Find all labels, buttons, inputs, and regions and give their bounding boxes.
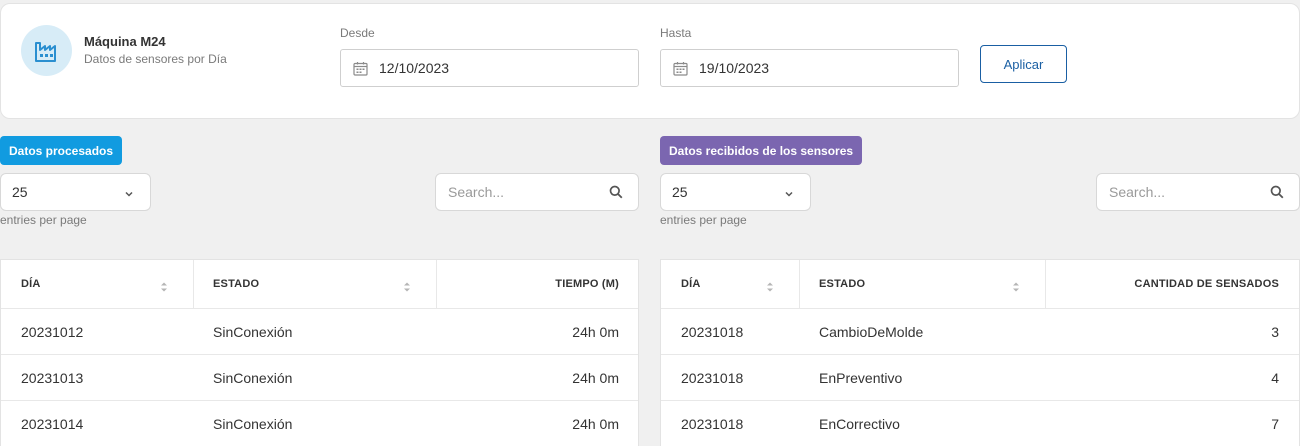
- cell-tiempo: 24h 0m: [572, 323, 619, 340]
- table-row: 20231018 CambioDeMolde 3: [661, 309, 1299, 355]
- machine-subtitle: Datos de sensores por Día: [84, 52, 227, 66]
- search-input[interactable]: Search...: [435, 173, 639, 211]
- sort-icon[interactable]: [766, 280, 774, 298]
- to-date-input[interactable]: 19/10/2023: [660, 49, 959, 87]
- table-row: 20231018 EnPreventivo 4: [661, 355, 1299, 401]
- column-header-estado[interactable]: ESTADO: [213, 260, 259, 308]
- table-row: 20231014 SinConexión 24h 0m: [1, 401, 638, 446]
- cell-dia: 20231012: [21, 323, 84, 340]
- column-header-dia[interactable]: DÍA: [681, 260, 701, 308]
- entries-per-page-label: entries per page: [0, 213, 87, 227]
- page-size-value: 25: [12, 184, 28, 200]
- chevron-down-icon: [124, 186, 134, 202]
- sort-icon[interactable]: [160, 280, 168, 298]
- search-icon: [1270, 185, 1284, 202]
- cell-estado: SinConexión: [213, 415, 293, 432]
- factory-icon: [21, 25, 72, 76]
- cell-estado: SinConexión: [213, 369, 293, 386]
- page-size-select[interactable]: 25: [0, 173, 151, 211]
- from-date-input[interactable]: 12/10/2023: [340, 49, 639, 87]
- cell-estado: EnCorrectivo: [819, 415, 900, 432]
- filter-card: Máquina M24 Datos de sensores por Día: [0, 3, 1300, 119]
- cell-tiempo: 24h 0m: [572, 369, 619, 386]
- search-icon: [609, 185, 623, 202]
- table-header-row: DÍA ESTADO CANTIDAD DE SENSADOS: [661, 260, 1299, 309]
- page-size-value: 25: [672, 184, 688, 200]
- cell-dia: 20231013: [21, 369, 84, 386]
- entries-per-page-label: entries per page: [660, 213, 747, 227]
- to-label: Hasta: [660, 26, 692, 40]
- column-header-dia[interactable]: DÍA: [21, 260, 41, 308]
- apply-button[interactable]: Aplicar: [980, 45, 1067, 83]
- cell-estado: CambioDeMolde: [819, 323, 924, 340]
- page-size-select[interactable]: 25: [660, 173, 811, 211]
- table-row: 20231012 SinConexión 24h 0m: [1, 309, 638, 355]
- search-input[interactable]: Search...: [1096, 173, 1300, 211]
- cell-dia: 20231018: [681, 323, 744, 340]
- cell-estado: SinConexión: [213, 323, 293, 340]
- chevron-down-icon: [784, 186, 794, 202]
- cell-tiempo: 24h 0m: [572, 415, 619, 432]
- calendar-icon: [353, 61, 368, 76]
- column-header-tiempo[interactable]: TIEMPO (M): [436, 260, 619, 308]
- sort-icon[interactable]: [1012, 280, 1020, 298]
- machine-name: Máquina M24: [84, 34, 166, 49]
- cell-cantidad: 7: [1271, 415, 1279, 432]
- cell-cantidad: 4: [1271, 369, 1279, 386]
- from-label: Desde: [340, 26, 375, 40]
- cell-cantidad: 3: [1271, 323, 1279, 340]
- column-header-cantidad[interactable]: CANTIDAD DE SENSADOS: [1045, 260, 1279, 308]
- cell-dia: 20231018: [681, 369, 744, 386]
- table-row: 20231018 EnCorrectivo 7: [661, 401, 1299, 446]
- cell-dia: 20231014: [21, 415, 84, 432]
- from-date-value: 12/10/2023: [379, 60, 450, 76]
- sensor-data-badge: Datos recibidos de los sensores: [660, 136, 863, 165]
- table-row: 20231013 SinConexión 24h 0m: [1, 355, 638, 401]
- sort-icon[interactable]: [403, 280, 411, 298]
- sensor-data-table: DÍA ESTADO CANTIDAD DE SENSADOS 20231018…: [660, 259, 1300, 446]
- cell-dia: 20231018: [681, 415, 744, 432]
- to-date-value: 19/10/2023: [699, 60, 770, 76]
- processed-data-badge: Datos procesados: [0, 136, 123, 165]
- column-header-estado[interactable]: ESTADO: [819, 260, 865, 308]
- table-header-row: DÍA ESTADO TIEMPO (M): [1, 260, 638, 309]
- search-placeholder: Search...: [1109, 184, 1166, 200]
- calendar-icon: [673, 61, 688, 76]
- cell-estado: EnPreventivo: [819, 369, 903, 386]
- processed-data-table: DÍA ESTADO TIEMPO (M) 20231012 SinConexi…: [0, 259, 639, 446]
- search-placeholder: Search...: [448, 184, 505, 200]
